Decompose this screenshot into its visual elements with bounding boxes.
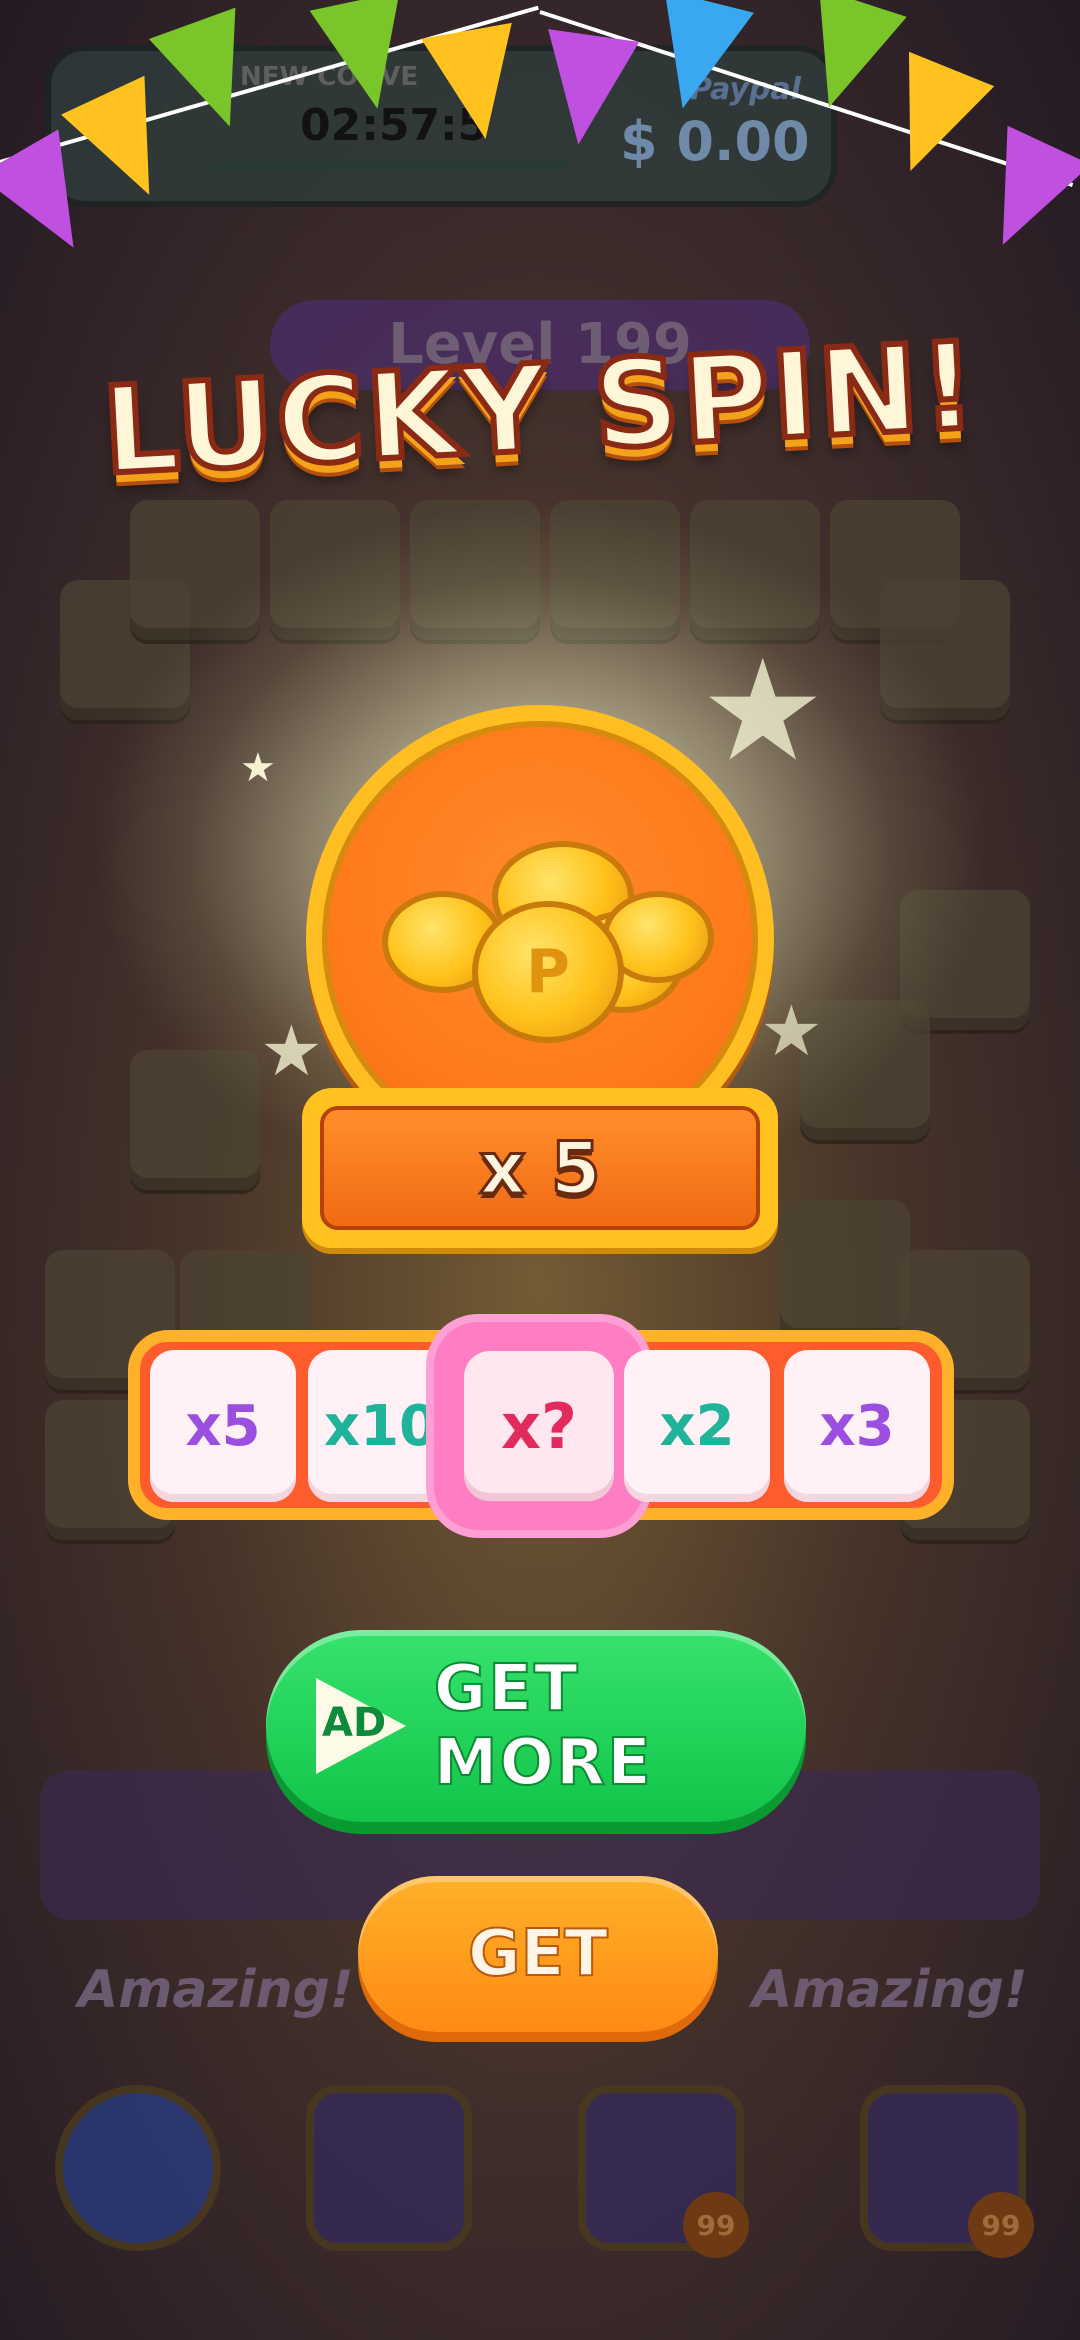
sparkle-star-icon: ★ [240, 745, 276, 791]
bg-tile [780, 1200, 910, 1340]
sparkle-star-icon: ★ [760, 990, 823, 1072]
timer-progress-bar [210, 160, 570, 172]
ad-play-icon: AD [316, 1678, 408, 1774]
amazing-text-left: Amazing! [78, 1960, 354, 2020]
coin-p-glyph: P [526, 937, 570, 1007]
magic-wand-count-badge: 99 [683, 2192, 749, 2258]
reward-multiplier: x 5 [320, 1106, 760, 1230]
get-button[interactable]: GET [358, 1876, 718, 2032]
sparkle-star-icon: ★ [700, 630, 826, 793]
spin-option-selected: x? [434, 1322, 644, 1530]
bunting-flag [532, 29, 640, 151]
ad-badge-label: AD [322, 1700, 387, 1746]
spin-option: x10 [308, 1350, 454, 1502]
spin-option: x5 [150, 1350, 296, 1502]
spin-option: x3 [784, 1350, 930, 1502]
settings-gear-icon [55, 2085, 221, 2251]
bunting-flag [421, 22, 531, 148]
get-more-label: GET MORE [433, 1651, 653, 1801]
coin-pile-icon: P [362, 821, 722, 1043]
money-balance: $ 0.00 [620, 110, 810, 173]
coin: P [472, 901, 624, 1043]
sparkle-star-icon: ★ [260, 1010, 323, 1092]
undo-icon [306, 2085, 472, 2251]
reward-multiplier-box: x 5 [302, 1088, 778, 1248]
shuffle-count-badge: 99 [968, 2192, 1034, 2258]
get-more-button[interactable]: AD GET MORE [266, 1630, 806, 1822]
spin-option: x2 [624, 1350, 770, 1502]
spin-option-selected-label: x? [464, 1351, 614, 1501]
amazing-text-right: Amazing! [752, 1960, 1028, 2020]
